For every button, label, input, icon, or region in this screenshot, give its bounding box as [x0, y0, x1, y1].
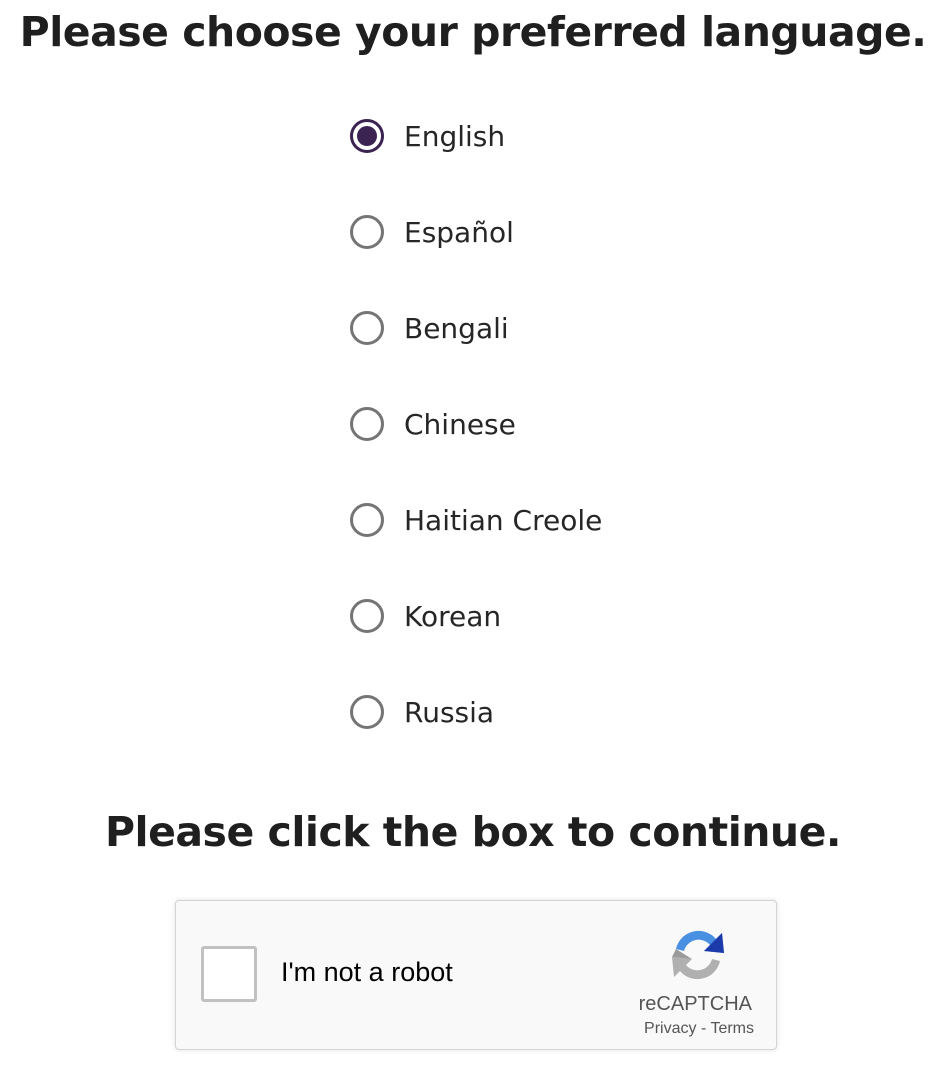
- recaptcha-brand-label: reCAPTCHA: [638, 993, 752, 1015]
- recaptcha-links: Privacy - Terms: [644, 1020, 754, 1038]
- terms-link[interactable]: Terms: [710, 1020, 754, 1037]
- not-a-robot-checkbox[interactable]: [201, 946, 257, 1002]
- privacy-link[interactable]: Privacy: [644, 1020, 696, 1037]
- recaptcha-widget: I'm not a robot reCAPTCHA Privacy - Term…: [175, 900, 777, 1050]
- recaptcha-logo-icon: [672, 930, 724, 980]
- language-option-label: Haitian Creole: [404, 503, 603, 537]
- radio-button[interactable]: [350, 407, 384, 441]
- language-option-chinese[interactable]: Chinese: [348, 376, 768, 472]
- captcha-heading: Please click the box to continue.: [104, 808, 842, 856]
- language-heading: Please choose your preferred language.: [19, 8, 927, 56]
- not-a-robot-label: I'm not a robot: [281, 957, 453, 987]
- language-option-label: Español: [404, 215, 514, 249]
- language-option-bengali[interactable]: Bengali: [348, 280, 768, 376]
- radio-button[interactable]: [350, 503, 384, 537]
- language-option-espanol[interactable]: Español: [348, 184, 768, 280]
- language-option-russia[interactable]: Russia: [348, 664, 768, 760]
- language-option-english[interactable]: English: [348, 88, 768, 184]
- radio-button[interactable]: [350, 119, 384, 153]
- links-separator: -: [700, 1020, 707, 1037]
- radio-button[interactable]: [350, 695, 384, 729]
- language-option-korean[interactable]: Korean: [348, 568, 768, 664]
- radio-button[interactable]: [350, 215, 384, 249]
- language-option-label: English: [404, 119, 506, 153]
- language-option-haitian-creole[interactable]: Haitian Creole: [348, 472, 768, 568]
- radio-button[interactable]: [350, 311, 384, 345]
- language-option-label: Russia: [404, 695, 495, 729]
- radio-button[interactable]: [350, 599, 384, 633]
- language-option-label: Chinese: [404, 407, 516, 441]
- language-option-label: Bengali: [404, 311, 509, 345]
- language-option-label: Korean: [404, 599, 502, 633]
- language-radio-group: English Español Bengali Chinese Haitian …: [348, 110, 768, 760]
